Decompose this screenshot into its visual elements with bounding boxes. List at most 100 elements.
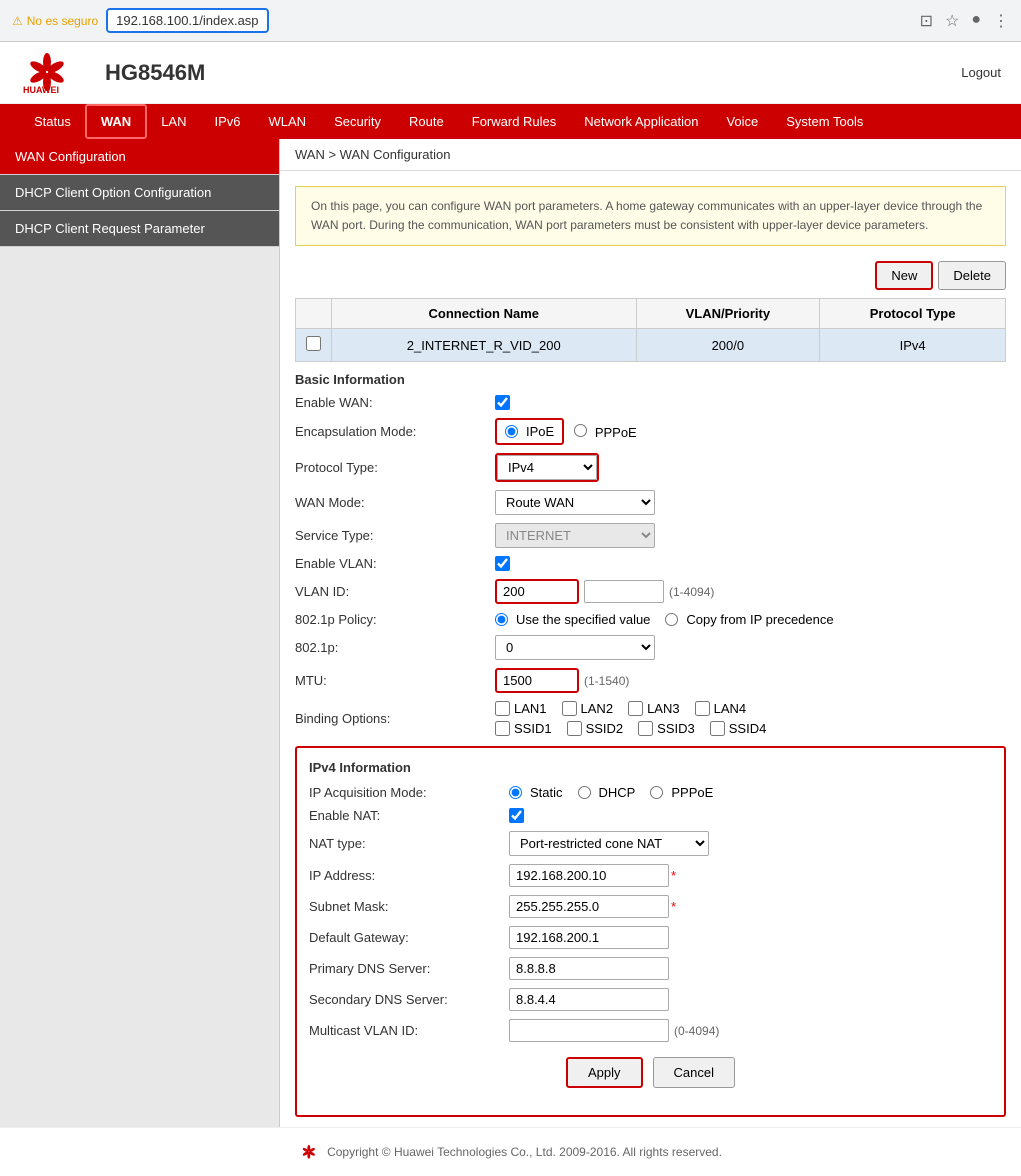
binding-lan3-cb[interactable] [628, 701, 643, 716]
nav-wlan[interactable]: WLAN [255, 106, 321, 137]
dns1-input[interactable] [509, 957, 669, 980]
wan-mode-label: WAN Mode: [295, 495, 495, 510]
8021p-select[interactable]: 0 [495, 635, 655, 660]
new-button[interactable]: New [875, 261, 933, 290]
mtu-row: MTU: (1-1540) [295, 668, 1006, 693]
row-connection-name[interactable]: 2_INTERNET_R_VID_200 [332, 329, 637, 362]
enable-nat-checkbox[interactable] [509, 808, 524, 823]
binding-lan1-cb[interactable] [495, 701, 510, 716]
nav-route[interactable]: Route [395, 106, 458, 137]
binding-ssid2-label: SSID2 [586, 721, 624, 736]
binding-label: Binding Options: [295, 711, 495, 726]
acq-pppoe-radio[interactable] [650, 786, 663, 799]
acq-static-label: Static [530, 785, 563, 800]
encap-pppoe-label: PPPoE [595, 425, 637, 440]
cancel-button[interactable]: Cancel [653, 1057, 735, 1088]
ip-address-row: IP Address: * [309, 864, 992, 887]
enable-vlan-checkbox[interactable] [495, 556, 510, 571]
wan-mode-select[interactable]: Route WAN [495, 490, 655, 515]
row-checkbox-cell[interactable] [296, 329, 332, 362]
subnet-mask-input[interactable] [509, 895, 669, 918]
acq-pppoe-label: PPPoE [671, 785, 713, 800]
sidebar-dhcp-option[interactable]: DHCP Client Option Configuration [0, 175, 279, 211]
col-checkbox [296, 299, 332, 329]
protocol-label: Protocol Type: [295, 460, 495, 475]
ipv4-title: IPv4 Information [309, 760, 992, 775]
policy-specified-label: Use the specified value [516, 612, 650, 627]
dns2-label: Secondary DNS Server: [309, 992, 509, 1007]
nav-status[interactable]: Status [20, 106, 85, 137]
binding-ssid4-label: SSID4 [729, 721, 767, 736]
subnet-mask-row: Subnet Mask: * [309, 895, 992, 918]
policy-options: Use the specified value Copy from IP pre… [495, 612, 834, 627]
profile-icon[interactable]: ● [971, 11, 981, 31]
bookmark-icon[interactable]: ☆ [945, 11, 959, 31]
table-section: New Delete Connection Name VLAN/Priority… [295, 261, 1006, 362]
8021p-label: 802.1p: [295, 640, 495, 655]
browser-bar: ⚠ No es seguro 192.168.100.1/index.asp ⊡… [0, 0, 1021, 42]
sidebar-dhcp-request[interactable]: DHCP Client Request Parameter [0, 211, 279, 247]
vlan-id-input[interactable] [497, 581, 577, 602]
encap-pppoe-radio[interactable] [574, 424, 587, 437]
nav-wan[interactable]: WAN [85, 104, 147, 139]
policy-specified-item: Use the specified value [495, 612, 650, 627]
address-bar[interactable]: 192.168.100.1/index.asp [106, 8, 268, 33]
binding-ssid1-cb[interactable] [495, 721, 510, 736]
dns2-row: Secondary DNS Server: [309, 988, 992, 1011]
delete-button[interactable]: Delete [938, 261, 1006, 290]
mtu-input-wrapper [495, 668, 579, 693]
acq-static-radio[interactable] [509, 786, 522, 799]
binding-lan2-label: LAN2 [581, 701, 614, 716]
enable-wan-label: Enable WAN: [295, 395, 495, 410]
acq-dhcp-radio[interactable] [578, 786, 591, 799]
menu-icon[interactable]: ⋮ [993, 11, 1009, 31]
nat-type-label: NAT type: [309, 836, 509, 851]
nat-type-row: NAT type: Port-restricted cone NAT [309, 831, 992, 856]
policy-specified-radio[interactable] [495, 613, 508, 626]
policy-copy-label: Copy from IP precedence [686, 612, 833, 627]
security-warning: ⚠ No es seguro [12, 14, 98, 28]
nav-lan[interactable]: LAN [147, 106, 200, 137]
nav-network-application[interactable]: Network Application [570, 106, 712, 137]
page-footer: Copyright © Huawei Technologies Co., Ltd… [0, 1127, 1021, 1176]
binding-lan2-cb[interactable] [562, 701, 577, 716]
mtu-input[interactable] [497, 670, 577, 691]
ip-label: IP Address: [309, 868, 509, 883]
sidebar-wan-config[interactable]: WAN Configuration [0, 139, 279, 175]
footer-logo [299, 1143, 319, 1161]
multicast-label: Multicast VLAN ID: [309, 1023, 509, 1038]
nav-ipv6[interactable]: IPv6 [201, 106, 255, 137]
multicast-input[interactable] [509, 1019, 669, 1042]
page-wrapper: HUAWEI HG8546M Logout Status WAN LAN IPv… [0, 42, 1021, 1176]
gateway-input[interactable] [509, 926, 669, 949]
dns1-label: Primary DNS Server: [309, 961, 509, 976]
policy-copy-item: Copy from IP precedence [665, 612, 833, 627]
nav-security[interactable]: Security [320, 106, 395, 137]
nav-voice[interactable]: Voice [712, 106, 772, 137]
nav-forward-rules[interactable]: Forward Rules [458, 106, 571, 137]
nat-type-select[interactable]: Port-restricted cone NAT [509, 831, 709, 856]
encap-label: Encapsulation Mode: [295, 424, 495, 439]
dns1-row: Primary DNS Server: [309, 957, 992, 980]
policy-row: 802.1p Policy: Use the specified value C… [295, 612, 1006, 627]
logout-button[interactable]: Logout [961, 65, 1001, 80]
col-protocol-type: Protocol Type [820, 299, 1006, 329]
binding-ssid3-cb[interactable] [638, 721, 653, 736]
service-type-select[interactable]: INTERNET [495, 523, 655, 548]
enable-wan-checkbox[interactable] [495, 395, 510, 410]
binding-ssid-row: SSID1 SSID2 SSID3 [495, 721, 766, 736]
nav-system-tools[interactable]: System Tools [772, 106, 877, 137]
dns2-input[interactable] [509, 988, 669, 1011]
binding-lan4-cb[interactable] [695, 701, 710, 716]
row-checkbox[interactable] [306, 336, 321, 351]
policy-copy-radio[interactable] [665, 613, 678, 626]
protocol-select[interactable]: IPv4 [497, 455, 597, 480]
binding-lan1: LAN1 [495, 701, 547, 716]
protocol-type-row: Protocol Type: IPv4 [295, 453, 1006, 482]
vlan-id-input2[interactable] [584, 580, 664, 603]
ip-address-input[interactable] [509, 864, 669, 887]
encap-ipoe-radio[interactable] [505, 425, 518, 438]
apply-button[interactable]: Apply [566, 1057, 643, 1088]
binding-ssid4-cb[interactable] [710, 721, 725, 736]
binding-ssid2-cb[interactable] [567, 721, 582, 736]
